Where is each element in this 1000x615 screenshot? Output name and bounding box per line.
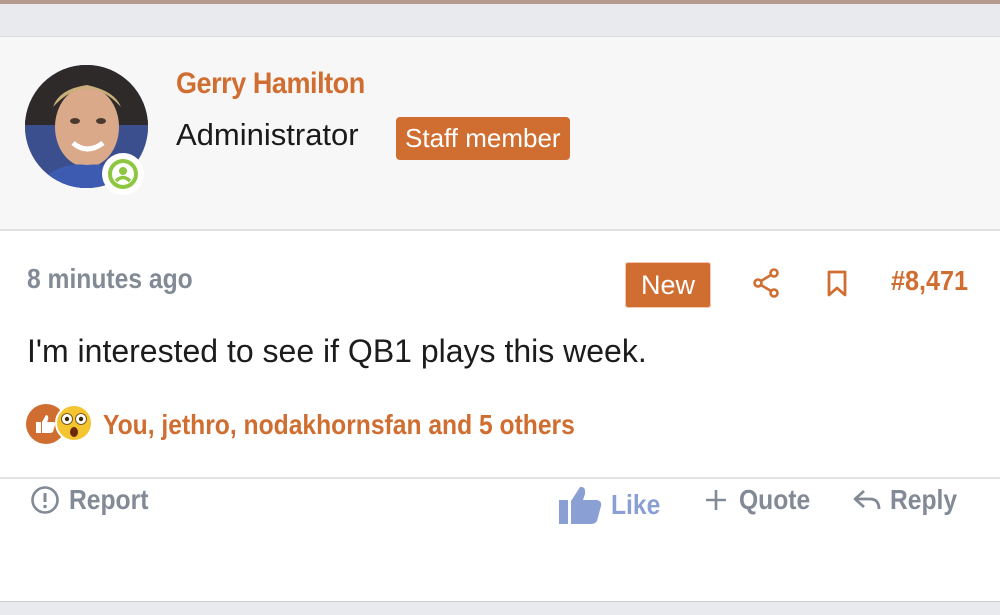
like-button[interactable]: Like <box>557 484 667 526</box>
reaction-summary-link[interactable]: You, jethro, nodakhornsfan and 5 others <box>103 409 575 441</box>
report-button[interactable]: Report <box>30 484 159 516</box>
thumbs-up-icon <box>559 486 602 524</box>
post-number-link[interactable]: #8,471 <box>891 265 968 297</box>
reply-button[interactable]: Reply <box>852 484 966 516</box>
reactions-icons[interactable] <box>26 402 96 446</box>
post-body: I'm interested to see if QB1 plays this … <box>27 333 647 369</box>
user-block: Gerry Hamilton Administrator Staff membe… <box>0 37 1000 231</box>
quote-label: Quote <box>739 484 811 515</box>
alert-circle-icon <box>31 486 59 514</box>
post-card: Gerry Hamilton Administrator Staff membe… <box>0 36 1000 602</box>
plus-icon <box>706 490 726 510</box>
username-link[interactable]: Gerry Hamilton <box>176 67 365 101</box>
quote-button[interactable]: Quote <box>704 484 820 516</box>
bookmark-icon[interactable] <box>826 270 848 303</box>
astonished-emoji-icon <box>54 402 94 449</box>
like-label: Like <box>611 489 661 520</box>
online-status-icon <box>102 153 144 195</box>
staff-badge: Staff member <box>396 117 570 160</box>
report-label: Report <box>69 484 149 515</box>
new-badge: New <box>625 262 711 308</box>
post-date-link[interactable]: 8 minutes ago <box>27 263 193 295</box>
user-title: Administrator <box>176 117 359 152</box>
reply-arrow-icon <box>853 489 881 510</box>
share-icon[interactable] <box>752 268 780 303</box>
top-edge <box>0 0 1000 4</box>
reply-label: Reply <box>890 484 958 515</box>
